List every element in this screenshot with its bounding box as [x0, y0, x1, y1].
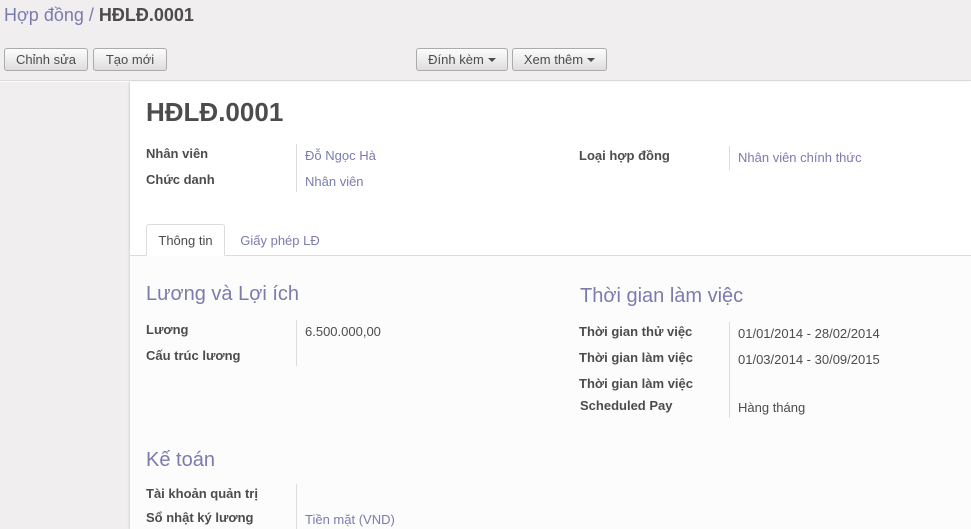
contract-type-label: Loại hợp đồng [579, 148, 670, 163]
create-button-label: Tạo mới [105, 52, 155, 67]
field-divider [296, 320, 297, 366]
edit-button-label: Chỉnh sửa [15, 52, 76, 67]
contract-type-value[interactable]: Nhân viên chính thức [738, 150, 862, 165]
tab-work-permit[interactable]: Giấy phép LĐ [228, 224, 332, 256]
trial-period-value: 01/01/2014 - 28/02/2014 [738, 326, 880, 341]
form-background [0, 82, 130, 529]
scheduled-pay-value: Hàng tháng [738, 400, 806, 415]
work-period-2-label: Thời gian làm việc [579, 376, 693, 391]
caret-down-icon [587, 58, 596, 62]
breadcrumb-separator: / [88, 5, 94, 25]
duration-section-heading: Thời gian làm việc [580, 285, 744, 307]
field-divider [296, 484, 297, 529]
field-divider [729, 146, 730, 170]
work-period-label: Thời gian làm việc [579, 350, 693, 365]
accounting-section-heading: Kế toán [146, 449, 215, 471]
job-label: Chức danh [146, 172, 215, 187]
more-dropdown-button[interactable]: Xem thêm [512, 48, 607, 71]
salary-structure-label: Cấu trúc lương [146, 348, 241, 363]
job-value[interactable]: Nhân viên [305, 174, 364, 189]
employee-value[interactable]: Đỗ Ngọc Hà [305, 148, 376, 163]
tab-info-label: Thông tin [158, 232, 213, 248]
wage-label: Lương [146, 322, 189, 337]
work-period-value: 01/03/2014 - 30/09/2015 [738, 352, 880, 367]
field-divider [729, 322, 730, 418]
record-title: HĐLĐ.0001 [146, 97, 284, 127]
scheduled-pay-label: Scheduled Pay [580, 398, 673, 413]
more-button-label: Xem thêm [523, 52, 584, 67]
edit-button[interactable]: Chỉnh sửa [4, 48, 88, 71]
analytic-account-label: Tài khoản quản trị [146, 486, 258, 501]
tab-work-permit-label: Giấy phép LĐ [240, 232, 320, 248]
breadcrumb-parent-link[interactable]: Hợp đồng [4, 5, 84, 25]
tab-info[interactable]: Thông tin [146, 224, 225, 256]
attach-dropdown-button[interactable]: Đính kèm [416, 48, 508, 71]
salary-section-heading: Lương và Lợi ích [146, 283, 300, 305]
attach-button-label: Đính kèm [428, 52, 484, 67]
employee-label: Nhân viên [146, 146, 209, 161]
breadcrumb: Hợp đồng / HĐLĐ.0001 [4, 5, 194, 26]
wage-value: 6.500.000,00 [305, 324, 381, 339]
control-panel: Hợp đồng / HĐLĐ.0001 Chỉnh sửa Tạo mới Đ… [0, 0, 971, 81]
field-divider [296, 144, 297, 192]
salary-journal-label: Sổ nhật ký lương [146, 510, 254, 525]
salary-journal-value[interactable]: Tiền mặt (VND) [305, 512, 395, 527]
breadcrumb-current: HĐLĐ.0001 [98, 5, 194, 25]
caret-down-icon [487, 58, 496, 62]
create-button[interactable]: Tạo mới [93, 48, 167, 71]
trial-period-label: Thời gian thử việc [579, 324, 693, 339]
